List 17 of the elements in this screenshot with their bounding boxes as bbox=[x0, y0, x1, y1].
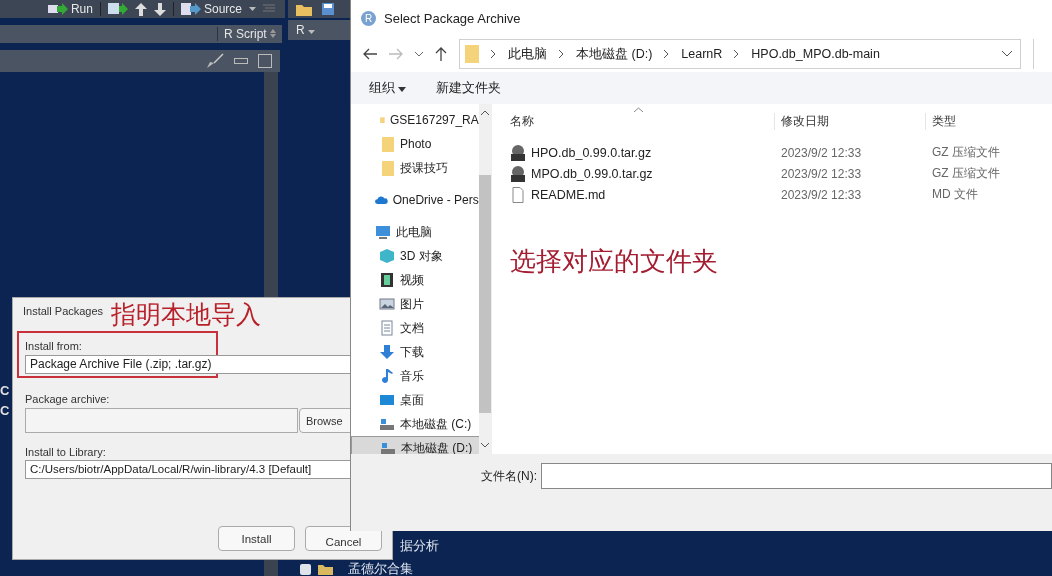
field-label: Package archive: bbox=[25, 393, 110, 405]
annotation-text: 指明本地导入 bbox=[111, 299, 261, 330]
table-cell-text: GZ 压缩文件 bbox=[931, 144, 1001, 161]
window-title: Select Package Archive bbox=[384, 10, 521, 26]
table-cell-text: 2023/9/2 12:33 bbox=[780, 145, 863, 160]
annotation-text: 选择对应的文件夹 bbox=[510, 245, 718, 278]
dialog-title: Install Packages bbox=[23, 305, 104, 317]
table-cell-text: GZ 压缩文件 bbox=[931, 165, 1001, 182]
table-cell-text: 2023/9/2 12:33 bbox=[780, 166, 863, 181]
field-label: Install to Library: bbox=[25, 446, 106, 458]
console-text: C bbox=[0, 403, 10, 419]
console-text: C bbox=[0, 383, 10, 399]
app-icon: R bbox=[361, 10, 376, 26]
table-cell-text: MD 文件 bbox=[931, 186, 979, 203]
table-cell-text: 2023/9/2 12:33 bbox=[780, 187, 863, 202]
field-label: Install from: bbox=[25, 340, 82, 352]
field-label: 文件名(N): bbox=[481, 468, 537, 485]
